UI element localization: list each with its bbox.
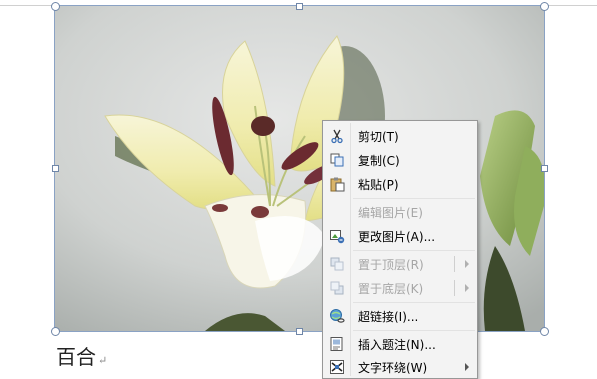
resize-handle-top-right[interactable] [540, 2, 549, 11]
menu-separator [353, 302, 475, 303]
resize-handle-bottom-left[interactable] [51, 327, 60, 336]
menu-item-paste[interactable]: 粘贴(P) [325, 173, 475, 195]
paragraph-mark: ↵ [98, 354, 108, 367]
insert-caption-icon [325, 333, 349, 355]
menu-label-hyperlink: 超链接(I)... [358, 309, 419, 324]
menu-label-copy: 复制(C) [358, 153, 400, 168]
menu-item-copy[interactable]: 复制(C) [325, 149, 475, 171]
menu-label-send-to-back: 置于底层(K) [358, 281, 424, 296]
resize-handle-right[interactable] [541, 165, 548, 172]
change-picture-icon [325, 225, 349, 247]
menu-item-bring-to-front[interactable]: 置于顶层(R) [325, 253, 475, 275]
context-menu: 剪切(T) 复制(C) 粘贴(P) 编辑图片(E) 更改图片(A)... 置于顶… [322, 120, 478, 379]
menu-item-insert-caption[interactable]: 插入题注(N)... [325, 333, 475, 355]
menu-item-edit-picture[interactable]: 编辑图片(E) [325, 201, 475, 223]
menu-separator [353, 198, 475, 199]
menu-label-text-wrapping: 文字环绕(W) [358, 360, 428, 375]
submenu-arrow-icon [465, 284, 469, 292]
paste-icon [325, 173, 349, 195]
submenu-arrow-icon [465, 260, 469, 268]
resize-handle-left[interactable] [52, 165, 59, 172]
resize-handle-top[interactable] [296, 3, 303, 10]
menu-label-paste: 粘贴(P) [358, 177, 399, 192]
resize-handle-bottom-right[interactable] [540, 327, 549, 336]
menu-item-cut[interactable]: 剪切(T) [325, 125, 475, 147]
menu-label-cut: 剪切(T) [358, 129, 399, 144]
menu-separator [353, 330, 475, 331]
bring-to-front-icon [325, 253, 349, 275]
menu-separator [353, 250, 475, 251]
resize-handle-bottom[interactable] [296, 328, 303, 335]
menu-label-edit-picture: 编辑图片(E) [358, 205, 423, 220]
copy-icon [325, 149, 349, 171]
picture-caption[interactable]: 百合 ↵ [56, 341, 107, 370]
menu-label-insert-caption: 插入题注(N)... [358, 337, 436, 352]
text-wrap-icon [325, 356, 349, 378]
menu-item-change-picture[interactable]: 更改图片(A)... [325, 225, 475, 247]
menu-item-text-wrapping[interactable]: 文字环绕(W) [325, 356, 475, 378]
submenu-arrow-icon [465, 363, 469, 371]
menu-item-send-to-back[interactable]: 置于底层(K) [325, 277, 475, 299]
scissors-icon [325, 125, 349, 147]
send-to-back-icon [325, 277, 349, 299]
menu-label-change-picture: 更改图片(A)... [358, 229, 436, 244]
resize-handle-top-left[interactable] [51, 2, 60, 11]
menu-label-bring-to-front: 置于顶层(R) [358, 257, 424, 272]
menu-item-hyperlink[interactable]: 超链接(I)... [325, 305, 475, 327]
caption-text: 百合 [56, 345, 96, 369]
hyperlink-icon [325, 305, 349, 327]
